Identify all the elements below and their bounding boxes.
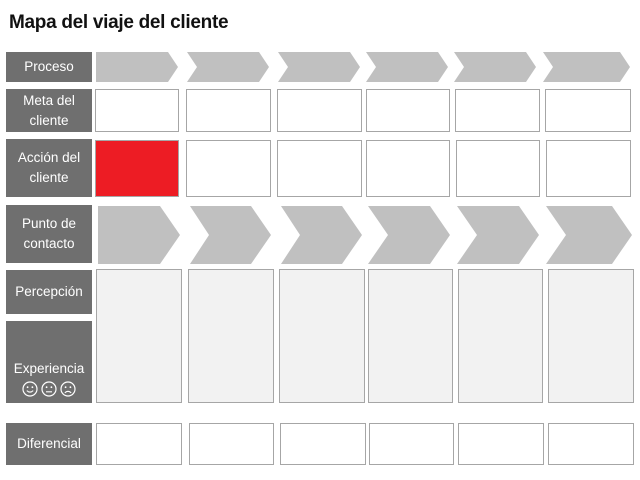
meta-cell-5[interactable]: [455, 89, 540, 132]
meta-cell-2[interactable]: [186, 89, 271, 132]
proceso-step-6: [543, 52, 630, 82]
experiencia-cell-2[interactable]: [188, 269, 274, 403]
accion-cell-6[interactable]: [546, 140, 631, 197]
punto-step-2: [190, 206, 271, 264]
meta-cell-1[interactable]: [95, 89, 179, 132]
row-label-proceso: Proceso: [6, 52, 92, 82]
experiencia-cell-5[interactable]: [458, 269, 543, 403]
smiling-face-icon: [22, 381, 38, 397]
row-label-accion: Acción del cliente: [6, 139, 92, 197]
sad-face-icon: [60, 381, 76, 397]
proceso-chevrons: [96, 52, 632, 264]
accion-cell-3[interactable]: [277, 140, 362, 197]
row-label-diferencial: Diferencial: [6, 423, 92, 465]
diferencial-cell-1[interactable]: [96, 423, 182, 465]
emotion-faces: [22, 381, 76, 397]
punto-step-3: [281, 206, 362, 264]
punto-step-4: [368, 206, 450, 264]
meta-cell-3[interactable]: [277, 89, 362, 132]
accion-cell-5[interactable]: [456, 140, 540, 197]
neutral-face-icon: [41, 381, 57, 397]
punto-step-5: [457, 206, 539, 264]
experiencia-cell-3[interactable]: [279, 269, 365, 403]
proceso-step-3: [278, 52, 360, 82]
diferencial-cell-5[interactable]: [458, 423, 544, 465]
diferencial-cell-4[interactable]: [369, 423, 454, 465]
row-label-experiencia: Experiencia: [6, 321, 92, 403]
proceso-step-5: [454, 52, 536, 82]
row-label-percepcion: Percepción: [6, 270, 92, 314]
diferencial-cell-6[interactable]: [548, 423, 634, 465]
accion-cell-4[interactable]: [366, 140, 450, 197]
experiencia-text: Experiencia: [13, 361, 85, 376]
row-label-meta: Meta del cliente: [6, 89, 92, 132]
page-title: Mapa del viaje del cliente: [9, 12, 229, 33]
experiencia-cell-1[interactable]: [96, 269, 182, 403]
punto-step-1: [98, 206, 180, 264]
meta-cell-6[interactable]: [545, 89, 631, 132]
row-label-punto: Punto de contacto: [6, 205, 92, 263]
accion-cell-2[interactable]: [186, 140, 271, 197]
diferencial-cell-3[interactable]: [280, 423, 366, 465]
experiencia-cell-4[interactable]: [368, 269, 453, 403]
punto-step-6: [546, 206, 632, 264]
proceso-step-4: [366, 52, 448, 82]
meta-cell-4[interactable]: [366, 89, 450, 132]
accion-cell-1-highlighted[interactable]: [95, 140, 179, 197]
proceso-step-1: [96, 52, 178, 82]
proceso-step-2: [187, 52, 269, 82]
diferencial-cell-2[interactable]: [189, 423, 274, 465]
experiencia-cell-6[interactable]: [548, 269, 634, 403]
